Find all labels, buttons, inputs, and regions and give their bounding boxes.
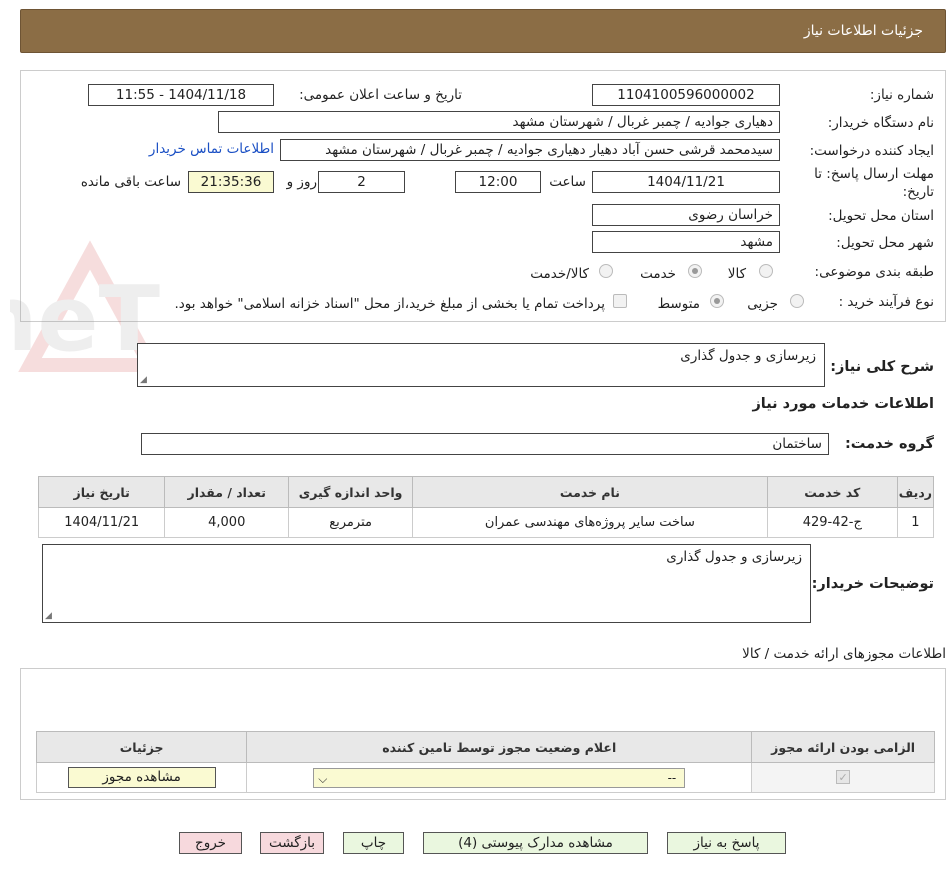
col-quantity: تعداد / مقدار <box>164 476 290 508</box>
days-field[interactable]: 2 <box>318 171 405 193</box>
col-row-number: ردیف <box>896 476 935 508</box>
permit-status-select[interactable]: ⌵ -- <box>313 767 686 788</box>
cell-unit: مترمربع <box>288 507 414 538</box>
need-number-label: شماره نیاز: <box>869 87 934 103</box>
deadline-date-field[interactable]: 1404/11/21 <box>592 171 780 193</box>
cell-permit-details: مشاهده مجوز <box>35 762 248 793</box>
category-radio-goods[interactable] <box>759 264 773 278</box>
buyer-notes-label: توضیحات خریدار: <box>811 576 934 592</box>
col-need-date: تاریخ نیاز <box>37 476 166 508</box>
announce-datetime-field[interactable]: 1404/11/18 - 11:55 <box>88 84 274 106</box>
category-radio-service[interactable] <box>688 264 702 278</box>
permits-table: الزامی بودن ارائه مجوز اعلام وضعیت مجوز … <box>35 731 935 793</box>
col-service-name: نام خدمت <box>412 476 768 508</box>
page-title: جزئیات اطلاعات نیاز <box>803 23 923 39</box>
services-table-header: ردیف کد خدمت نام خدمت واحد اندازه گیری ت… <box>37 476 935 508</box>
col-permit-status: اعلام وضعیت مجوز توسط تامین کننده <box>246 731 753 763</box>
announce-label: تاریخ و ساعت اعلان عمومی: <box>299 87 462 103</box>
cell-need-date: 1404/11/21 <box>37 507 166 538</box>
services-table-wrapper: ردیف کد خدمت نام خدمت واحد اندازه گیری ت… <box>37 476 935 538</box>
province-field[interactable]: خراسان رضوی <box>592 204 780 226</box>
need-description-text: زیرسازی و جدول گذاری <box>680 348 816 364</box>
category-label: طبقه بندی موضوعی: <box>814 264 934 280</box>
remaining-time-label: ساعت باقی مانده <box>80 174 181 190</box>
cell-quantity: 4,000 <box>164 507 290 538</box>
service-group-field[interactable]: ساختمان <box>141 433 829 455</box>
need-description-label: شرح کلی نیاز: <box>830 359 934 375</box>
permits-section-title: اطلاعات مجوزهای ارائه خدمت / کالا <box>742 646 946 662</box>
services-table: ردیف کد خدمت نام خدمت واحد اندازه گیری ت… <box>37 476 935 538</box>
city-field[interactable]: مشهد <box>592 231 780 253</box>
buyer-org-label: نام دستگاه خریدار: <box>827 115 934 131</box>
buyer-contact-link[interactable]: اطلاعات تماس خریدار <box>149 141 274 157</box>
category-option-goods-service: کالا/خدمت <box>530 266 589 282</box>
permits-table-wrapper: الزامی بودن ارائه مجوز اعلام وضعیت مجوز … <box>35 731 935 793</box>
need-description-textarea[interactable]: زیرسازی و جدول گذاری ◢ <box>137 343 825 387</box>
cell-permit-status: ⌵ -- <box>246 762 753 793</box>
process-radio-minor[interactable] <box>790 294 804 308</box>
remaining-time-field: 21:35:36 <box>188 171 274 193</box>
col-unit: واحد اندازه گیری <box>288 476 414 508</box>
page-header: جزئیات اطلاعات نیاز <box>20 9 946 53</box>
print-button[interactable]: چاپ <box>343 832 404 854</box>
treasury-payment-note: پرداخت تمام یا بخشی از مبلغ خرید،از محل … <box>174 296 605 312</box>
service-group-label: گروه خدمت: <box>844 436 934 452</box>
services-section-title: اطلاعات خدمات مورد نیاز <box>752 396 934 412</box>
col-permit-required: الزامی بودن ارائه مجوز <box>751 731 935 763</box>
resize-grip-icon[interactable]: ◢ <box>140 375 147 385</box>
buyer-notes-text: زیرسازی و جدول گذاری <box>666 549 802 565</box>
buyer-org-field[interactable]: دهیاری جوادیه / چمبر غربال / شهرستان مشه… <box>218 111 780 133</box>
creator-field[interactable]: سیدمحمد قرشی حسن آباد دهیار دهیاری جوادی… <box>280 139 780 161</box>
reply-to-need-button[interactable]: پاسخ به نیاز <box>667 832 786 854</box>
buyer-notes-textarea[interactable]: زیرسازی و جدول گذاری ◢ <box>42 544 811 623</box>
permits-table-header: الزامی بودن ارائه مجوز اعلام وضعیت مجوز … <box>35 731 935 763</box>
process-option-minor: جزیی <box>747 296 778 312</box>
deadline-label: مهلت ارسال پاسخ: تا تاریخ: <box>814 166 934 200</box>
deadline-time-field[interactable]: 12:00 <box>455 171 541 193</box>
view-attachments-button[interactable]: مشاهده مدارک پیوستی (4) <box>423 832 648 854</box>
category-option-service: خدمت <box>640 266 676 282</box>
city-label: شهر محل تحویل: <box>836 235 934 251</box>
col-permit-details: جزئیات <box>35 731 248 763</box>
permit-status-value: -- <box>667 770 677 785</box>
resize-grip-icon[interactable]: ◢ <box>45 611 52 621</box>
days-label: روز و <box>286 174 317 190</box>
cell-permit-required: ✓ <box>751 762 935 793</box>
back-button[interactable]: بازگشت <box>260 832 324 854</box>
permit-required-checkbox[interactable]: ✓ <box>836 770 851 784</box>
exit-button[interactable]: خروج <box>179 832 242 854</box>
col-service-code: کد خدمت <box>766 476 898 508</box>
cell-row-number: 1 <box>896 507 935 538</box>
cell-service-code: ج-42-429 <box>766 507 898 538</box>
process-type-label: نوع فرآیند خرید : <box>838 294 934 310</box>
creator-label: ایجاد کننده درخواست: <box>809 143 934 159</box>
treasury-payment-checkbox[interactable] <box>613 294 627 308</box>
process-option-medium: متوسط <box>657 296 700 312</box>
province-label: استان محل تحویل: <box>828 208 934 224</box>
process-radio-medium[interactable] <box>710 294 724 308</box>
view-permit-button[interactable]: مشاهده مجوز <box>67 767 216 788</box>
category-radio-goods-service[interactable] <box>599 264 613 278</box>
table-row: ✓ ⌵ -- مشاهده مجوز <box>35 762 935 793</box>
table-row[interactable]: 1 ج-42-429 ساخت سایر پروژه‌های مهندسی عم… <box>37 507 935 538</box>
need-number-field[interactable]: 1104100596000002 <box>592 84 780 106</box>
deadline-time-label: ساعت <box>549 174 586 190</box>
category-option-goods: کالا <box>727 266 746 282</box>
chevron-down-icon: ⌵ <box>318 771 328 786</box>
cell-service-name: ساخت سایر پروژه‌های مهندسی عمران <box>412 507 768 538</box>
